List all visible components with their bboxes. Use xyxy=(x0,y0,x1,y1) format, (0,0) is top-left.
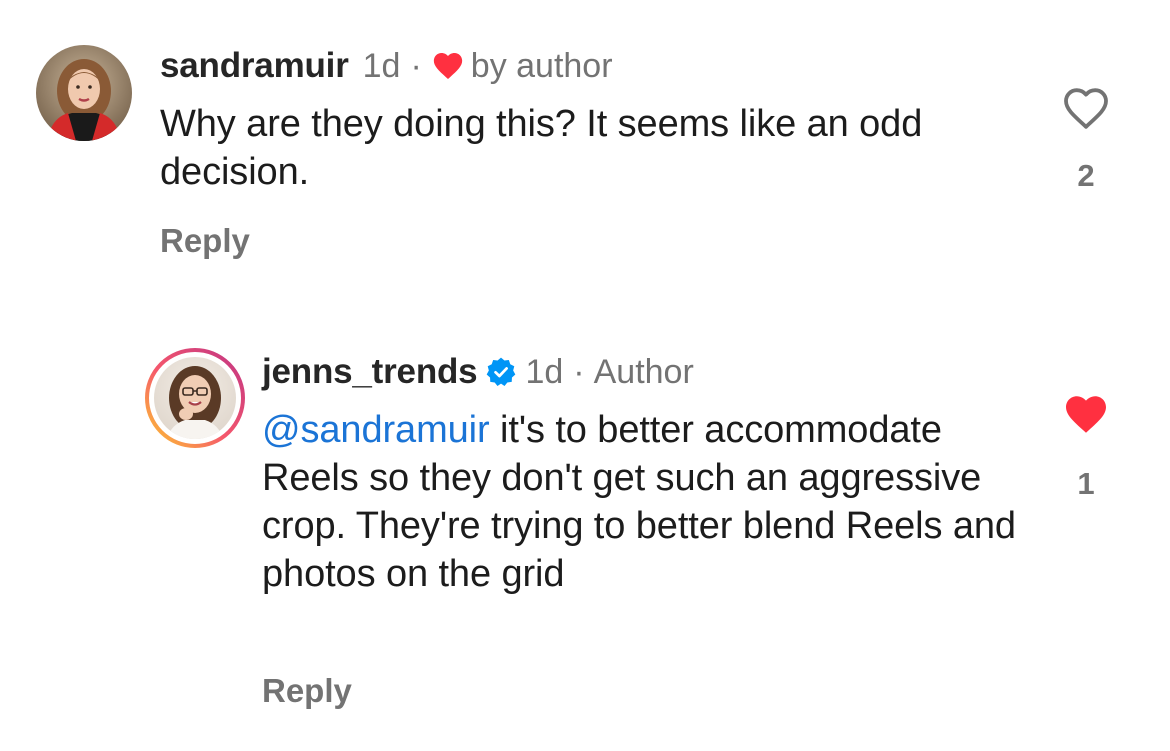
mention-link[interactable]: @sandramuir xyxy=(262,409,490,451)
comment-header: jenns_trends 1d · Author xyxy=(262,350,694,394)
heart-filled-icon xyxy=(1060,390,1112,438)
avatar[interactable] xyxy=(36,45,132,141)
verified-badge-icon xyxy=(485,356,517,388)
comment-header: sandramuir 1d · by author xyxy=(160,44,613,88)
liked-by-author-heart-icon xyxy=(431,49,465,83)
avatar-story-ring[interactable] xyxy=(145,348,245,448)
username[interactable]: sandramuir xyxy=(160,46,349,86)
separator-dot: · xyxy=(410,46,422,85)
like-count[interactable]: 1 xyxy=(1056,466,1116,502)
like-button[interactable] xyxy=(1056,84,1116,132)
like-button[interactable] xyxy=(1056,390,1116,438)
comment-text: Why are they doing this? It seems like a… xyxy=(160,103,923,193)
author-label: Author xyxy=(593,352,694,391)
liked-by-author-label: by author xyxy=(470,46,613,85)
comment-text: @sandramuir it's to better accommodate R… xyxy=(262,406,1022,598)
separator-dot: · xyxy=(573,352,585,391)
heart-outline-icon xyxy=(1060,84,1112,132)
timestamp[interactable]: 1d xyxy=(363,47,401,86)
like-count[interactable]: 2 xyxy=(1056,158,1116,194)
reply-button[interactable]: Reply xyxy=(262,672,352,710)
reply-button[interactable]: Reply xyxy=(160,222,250,260)
username[interactable]: jenns_trends xyxy=(262,352,478,392)
timestamp[interactable]: 1d xyxy=(525,353,563,392)
